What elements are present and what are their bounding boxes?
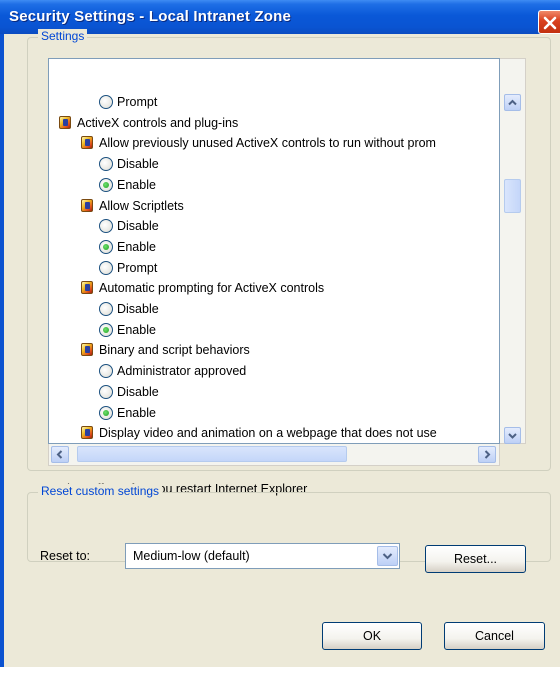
- reset-group-label: Reset custom settings: [38, 484, 163, 498]
- chevron-up-icon: [508, 99, 517, 106]
- radio-option[interactable]: Enable: [49, 175, 499, 195]
- radio-unchecked-icon[interactable]: [99, 260, 113, 275]
- chevron-right-icon: [484, 450, 491, 459]
- radio-option[interactable]: Disable: [49, 299, 499, 319]
- setting-icon: [81, 343, 93, 357]
- radio-option[interactable]: Disable: [49, 154, 499, 174]
- setting-label: Disable: [117, 384, 159, 399]
- horizontal-scroll-thumb[interactable]: [77, 446, 347, 462]
- radio-unchecked-icon[interactable]: [99, 364, 113, 379]
- security-settings-window: Security Settings - Local Intranet Zone …: [0, 0, 560, 679]
- setting-icon: [81, 136, 93, 150]
- setting-label: Disable: [117, 302, 159, 316]
- settings-item: Binary and script behaviors: [49, 340, 499, 360]
- radio-unchecked-icon[interactable]: [99, 157, 113, 172]
- radio-option[interactable]: Prompt: [49, 92, 499, 112]
- radio-option[interactable]: Enable: [49, 237, 499, 257]
- settings-category: ActiveX controls and plug-ins: [49, 113, 499, 133]
- setting-label: Allow previously unused ActiveX controls…: [99, 136, 436, 151]
- settings-item: Display video and animation on a webpage…: [49, 423, 499, 443]
- settings-item: Allow Scriptlets: [49, 196, 499, 216]
- radio-checked-icon[interactable]: [99, 239, 113, 254]
- radio-unchecked-icon[interactable]: [99, 384, 113, 399]
- radio-option[interactable]: Disable: [49, 216, 499, 236]
- radio-checked-icon[interactable]: [99, 322, 113, 337]
- scroll-up-button[interactable]: [504, 94, 521, 111]
- scroll-left-button[interactable]: [51, 446, 69, 463]
- close-icon: [543, 16, 557, 30]
- reset-to-label: Reset to:: [40, 549, 91, 563]
- settings-item: Automatic prompting for ActiveX controls: [49, 278, 499, 298]
- setting-icon: [81, 426, 93, 440]
- vertical-scroll-thumb[interactable]: [504, 179, 521, 213]
- settings-tree[interactable]: Prompt ActiveX controls and plug-ins Allow…: [48, 58, 500, 444]
- setting-label: Enable: [117, 405, 156, 420]
- settings-item: Allow previously unused ActiveX controls…: [49, 133, 499, 153]
- radio-option[interactable]: Enable: [49, 320, 499, 340]
- window-title: Security Settings - Local Intranet Zone: [9, 8, 292, 25]
- reset-level-value: Medium-low (default): [133, 549, 250, 563]
- setting-label: Enable: [117, 322, 156, 337]
- setting-label: Administrator approved: [117, 364, 247, 379]
- radio-checked-icon[interactable]: [99, 405, 113, 420]
- radio-unchecked-icon[interactable]: [99, 219, 113, 234]
- setting-label: Allow Scriptlets: [99, 198, 184, 213]
- setting-label: Binary and script behaviors: [99, 343, 250, 358]
- scroll-corner: [500, 444, 526, 466]
- chevron-down-icon: [508, 433, 517, 439]
- radio-unchecked-icon[interactable]: [99, 95, 113, 109]
- reset-level-dropdown[interactable]: Medium-low (default): [125, 543, 400, 569]
- radio-option[interactable]: Administrator approved: [49, 361, 499, 381]
- ok-button[interactable]: OK: [322, 622, 422, 650]
- setting-label: Disable: [117, 219, 159, 234]
- setting-label: Prompt: [117, 95, 158, 109]
- chevron-left-icon: [56, 450, 63, 459]
- scroll-down-button[interactable]: [504, 427, 521, 444]
- settings-group-label: Settings: [38, 29, 88, 43]
- radio-checked-icon[interactable]: [99, 177, 113, 192]
- vertical-scrollbar[interactable]: [500, 58, 526, 444]
- setting-label: Automatic prompting for ActiveX controls: [99, 281, 325, 296]
- horizontal-scrollbar[interactable]: [48, 444, 500, 466]
- setting-icon: [81, 198, 93, 212]
- reset-button[interactable]: Reset...: [425, 545, 526, 573]
- close-button[interactable]: [538, 10, 560, 34]
- cancel-button[interactable]: Cancel: [444, 622, 545, 650]
- setting-label: Enable: [117, 239, 156, 254]
- window-bottom-edge: [0, 667, 560, 679]
- setting-icon: [59, 115, 71, 129]
- setting-label: Display video and animation on a webpage…: [99, 426, 437, 441]
- setting-label: Disable: [117, 157, 159, 172]
- radio-option[interactable]: Prompt: [49, 258, 499, 278]
- radio-unchecked-icon[interactable]: [99, 302, 113, 316]
- setting-label: Prompt: [117, 260, 158, 275]
- chevron-down-icon: [382, 553, 393, 560]
- setting-icon: [81, 281, 93, 295]
- setting-label: Enable: [117, 177, 156, 192]
- scroll-right-button[interactable]: [478, 446, 496, 463]
- radio-option[interactable]: Disable: [49, 382, 499, 402]
- setting-label: ActiveX controls and plug-ins: [77, 115, 239, 130]
- dropdown-button[interactable]: [377, 546, 398, 566]
- radio-option[interactable]: Enable: [49, 403, 499, 423]
